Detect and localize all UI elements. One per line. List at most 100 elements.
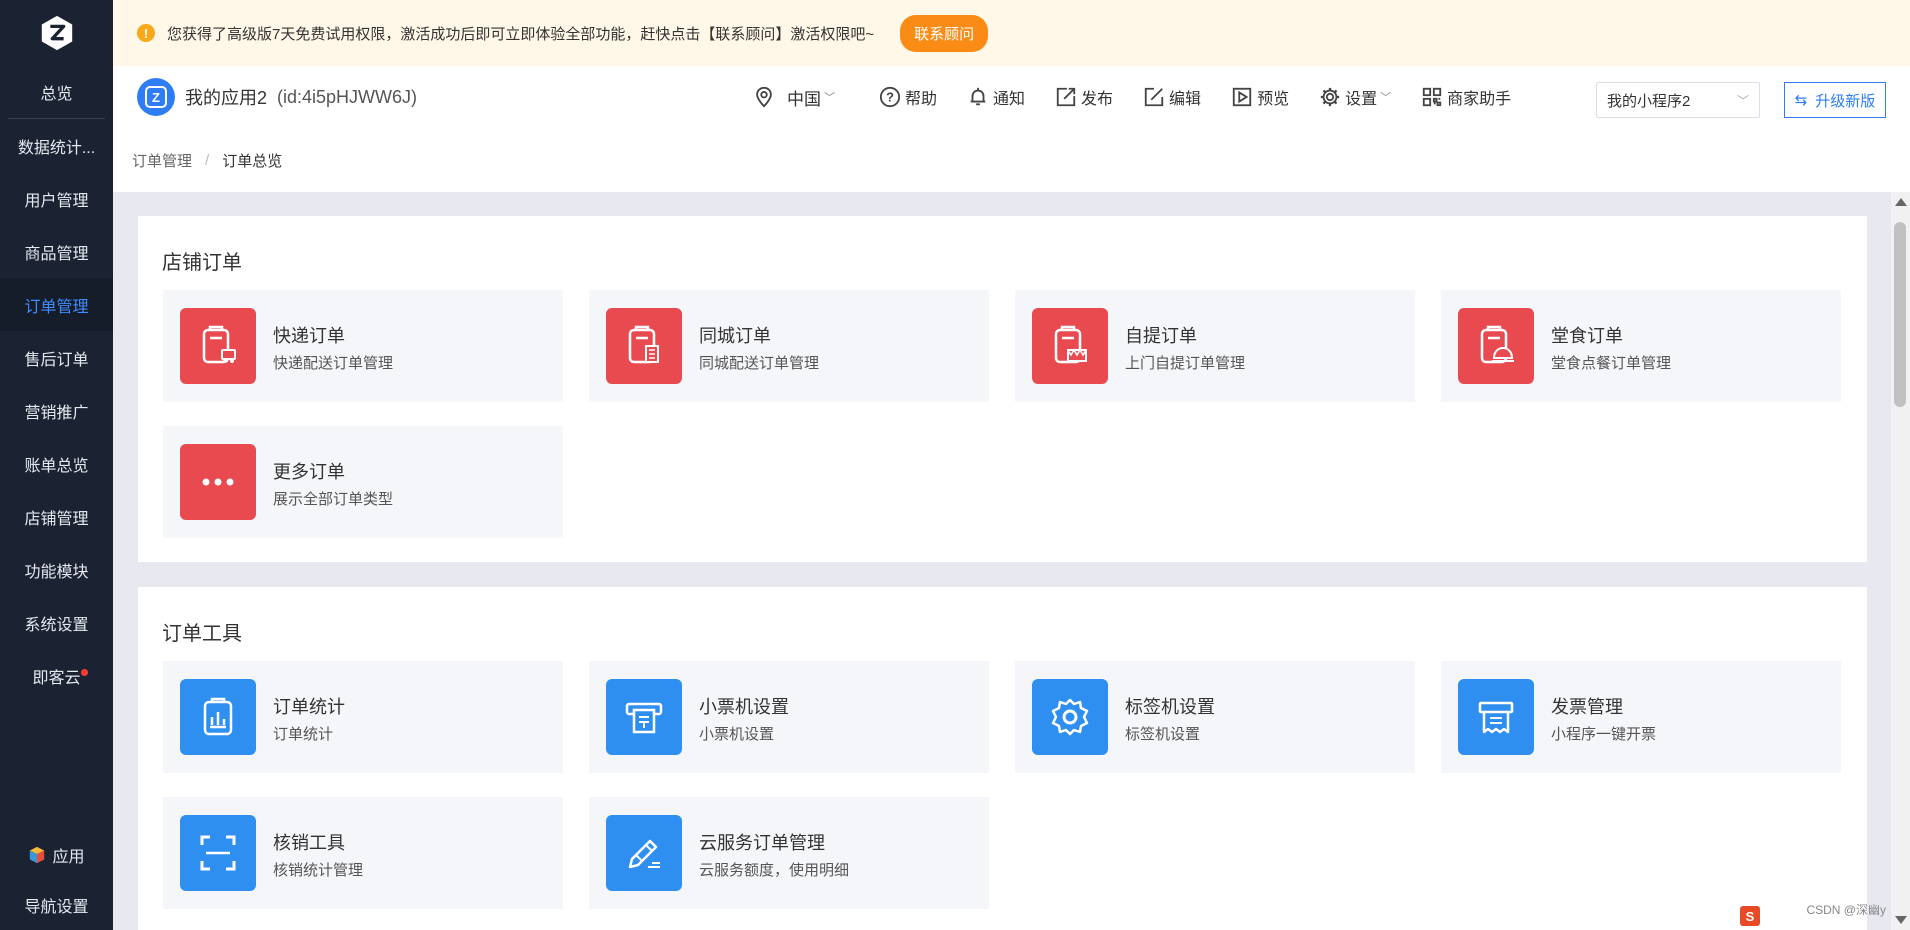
sidebar-item-marketing[interactable]: 营销推广 [0, 384, 113, 437]
order-stats-card[interactable]: 订单统计 订单统计 [163, 661, 563, 773]
notify-label: 通知 [993, 91, 1026, 108]
sidebar-item-data-stats[interactable]: 数据统计... [0, 119, 113, 172]
sidebar-apps-button[interactable]: 应用 [0, 830, 113, 880]
sidebar-nav-settings-button[interactable]: 导航设置 [0, 880, 113, 930]
sidebar-item-label: 数据统计... [17, 139, 96, 157]
store-orders-panel: 店铺订单 快递订单 快递配送订单管理 同城订单 同城配送订单管理 自提订单 上门… [138, 216, 1867, 562]
sidebar-item-label: 订单管理 [24, 298, 89, 316]
sidebar-item-modules[interactable]: 功能模块 [0, 543, 113, 596]
express-order-card[interactable]: 快递订单 快递配送订单管理 [163, 290, 563, 402]
breadcrumb-parent[interactable]: 订单管理 [132, 150, 192, 171]
upgrade-button[interactable]: ⇆ 升级新版 [1784, 82, 1886, 118]
pickup-order-card[interactable]: 自提订单 上门自提订单管理 [1015, 290, 1415, 402]
apps-label: 应用 [52, 849, 85, 866]
cloud-service-order-icon-box [606, 815, 682, 891]
card-title: 快递订单 [273, 326, 345, 346]
scrollbar-thumb[interactable] [1894, 222, 1906, 407]
more-dots-icon [202, 478, 234, 486]
scan-icon [200, 835, 236, 871]
location-pin-icon [756, 86, 772, 108]
local-order-card[interactable]: 同城订单 同城配送订单管理 [589, 290, 989, 402]
settings-button[interactable]: 设置 ﹀ [1319, 85, 1391, 109]
card-desc: 订单统计 [273, 726, 334, 743]
scroll-down-arrow-icon[interactable] [1895, 916, 1907, 924]
merchant-assistant-label: 商家助手 [1447, 91, 1512, 108]
cloud-service-order-card[interactable]: 云服务订单管理 云服务额度，使用明细 [589, 797, 989, 909]
sidebar-item-label: 店铺管理 [24, 510, 89, 528]
receipt-printer-card[interactable]: 小票机设置 小票机设置 [589, 661, 989, 773]
card-desc: 小票机设置 [699, 726, 775, 743]
verification-tool-icon-box [180, 815, 256, 891]
sidebar-item-orders[interactable]: 订单管理 [0, 278, 113, 331]
clipboard-truck-icon [202, 325, 236, 364]
publish-button[interactable]: 发布 [1055, 85, 1113, 109]
order-stats-icon-box [180, 679, 256, 755]
breadcrumb: 订单管理 / 订单总览 [113, 128, 1910, 192]
svg-text:?: ? [886, 90, 894, 105]
sidebar-item-store[interactable]: 店铺管理 [0, 490, 113, 543]
receipt-printer-icon-box [606, 679, 682, 755]
breadcrumb-current: 订单总览 [222, 152, 283, 170]
card-title: 更多订单 [273, 462, 345, 482]
card-title: 核销工具 [273, 833, 345, 853]
help-icon: ? [879, 86, 901, 108]
mini-program-select[interactable]: 我的小程序2 ﹀ [1596, 82, 1760, 118]
gear-icon [1320, 87, 1340, 107]
scroll-up-arrow-icon[interactable] [1895, 198, 1907, 206]
switch-arrows-icon: ⇆ [1794, 92, 1808, 109]
play-icon [1232, 87, 1252, 107]
cube-icon [30, 846, 45, 864]
card-desc: 展示全部订单类型 [273, 491, 394, 508]
card-title: 发票管理 [1551, 697, 1623, 717]
chevron-down-icon: ﹀ [1380, 92, 1392, 104]
watermark-text: CSDN @深幽y [1806, 903, 1886, 917]
card-title: 云服务订单管理 [699, 833, 825, 853]
mini-program-select-value: 我的小程序2 [1607, 92, 1691, 110]
contact-advisor-button[interactable]: 联系顾问 [900, 14, 989, 52]
sidebar-item-system-settings[interactable]: 系统设置 [0, 596, 113, 649]
notify-button[interactable]: 通知 [967, 85, 1025, 109]
edit-icon [1144, 87, 1164, 107]
sidebar-item-overview[interactable]: 总览 [8, 66, 105, 119]
card-desc: 小程序一键开票 [1551, 726, 1657, 743]
sidebar-item-label: 即客云 [32, 669, 81, 687]
merchant-assistant-button[interactable]: 商家助手 [1421, 85, 1511, 109]
order-tools-panel: 订单工具 订单统计 订单统计 小票机设置 小票机设置 标签机设置 标签机设置 发… [138, 587, 1867, 930]
edit-button[interactable]: 编辑 [1143, 85, 1201, 109]
sidebar-bottom: 应用 导航设置 [0, 830, 113, 930]
sidebar-item-label: 售后订单 [24, 351, 89, 369]
sidebar-item-jikeyun[interactable]: 即客云 [0, 649, 113, 702]
region-selector[interactable]: 中国 ﹀ [753, 85, 835, 110]
notification-dot [81, 669, 88, 676]
app-avatar[interactable]: Z [137, 78, 175, 116]
warning-icon: ! [137, 24, 155, 42]
help-button[interactable]: ? 帮助 [879, 85, 937, 109]
verification-tool-card[interactable]: 核销工具 核销统计管理 [163, 797, 563, 909]
logo[interactable] [0, 0, 113, 66]
preview-button[interactable]: 预览 [1231, 85, 1289, 109]
top-header: Z 我的应用2 (id:4i5pHJWW6J) 中国 ﹀ ? 帮助 通知 发布 [113, 66, 1910, 128]
sidebar-item-billing[interactable]: 账单总览 [0, 437, 113, 490]
clipboard-chart-icon [203, 697, 233, 736]
sidebar: 总览 数据统计... 用户管理 商品管理 订单管理 售后订单 营销推广 账单总览… [0, 0, 113, 930]
sidebar-item-products[interactable]: 商品管理 [0, 225, 113, 278]
card-desc: 上门自提订单管理 [1125, 355, 1246, 372]
settings-label: 设置 [1345, 91, 1378, 108]
pickup-order-icon-box [1032, 308, 1108, 384]
card-desc: 同城配送订单管理 [699, 355, 820, 372]
page-scrollbar[interactable] [1891, 192, 1910, 930]
sidebar-item-label: 账单总览 [24, 457, 89, 475]
publish-label: 发布 [1081, 91, 1114, 108]
sidebar-item-users[interactable]: 用户管理 [0, 172, 113, 225]
card-desc: 核销统计管理 [273, 862, 364, 879]
more-orders-card[interactable]: 更多订单 展示全部订单类型 [163, 426, 563, 538]
label-printer-card[interactable]: 标签机设置 标签机设置 [1015, 661, 1415, 773]
sidebar-item-label: 系统设置 [24, 616, 89, 634]
edit-label: 编辑 [1169, 91, 1202, 108]
sidebar-item-after-sales[interactable]: 售后订单 [0, 331, 113, 384]
header-toolbar: 中国 ﹀ ? 帮助 通知 发布 编辑 预览 设置 ﹀ 商家助手 [753, 66, 1541, 128]
invoice-management-card[interactable]: 发票管理 小程序一键开票 [1441, 661, 1841, 773]
dine-in-order-card[interactable]: 堂食订单 堂食点餐订单管理 [1441, 290, 1841, 402]
chevron-down-icon: ﹀ [824, 92, 835, 104]
clipboard-building-icon [628, 325, 659, 364]
